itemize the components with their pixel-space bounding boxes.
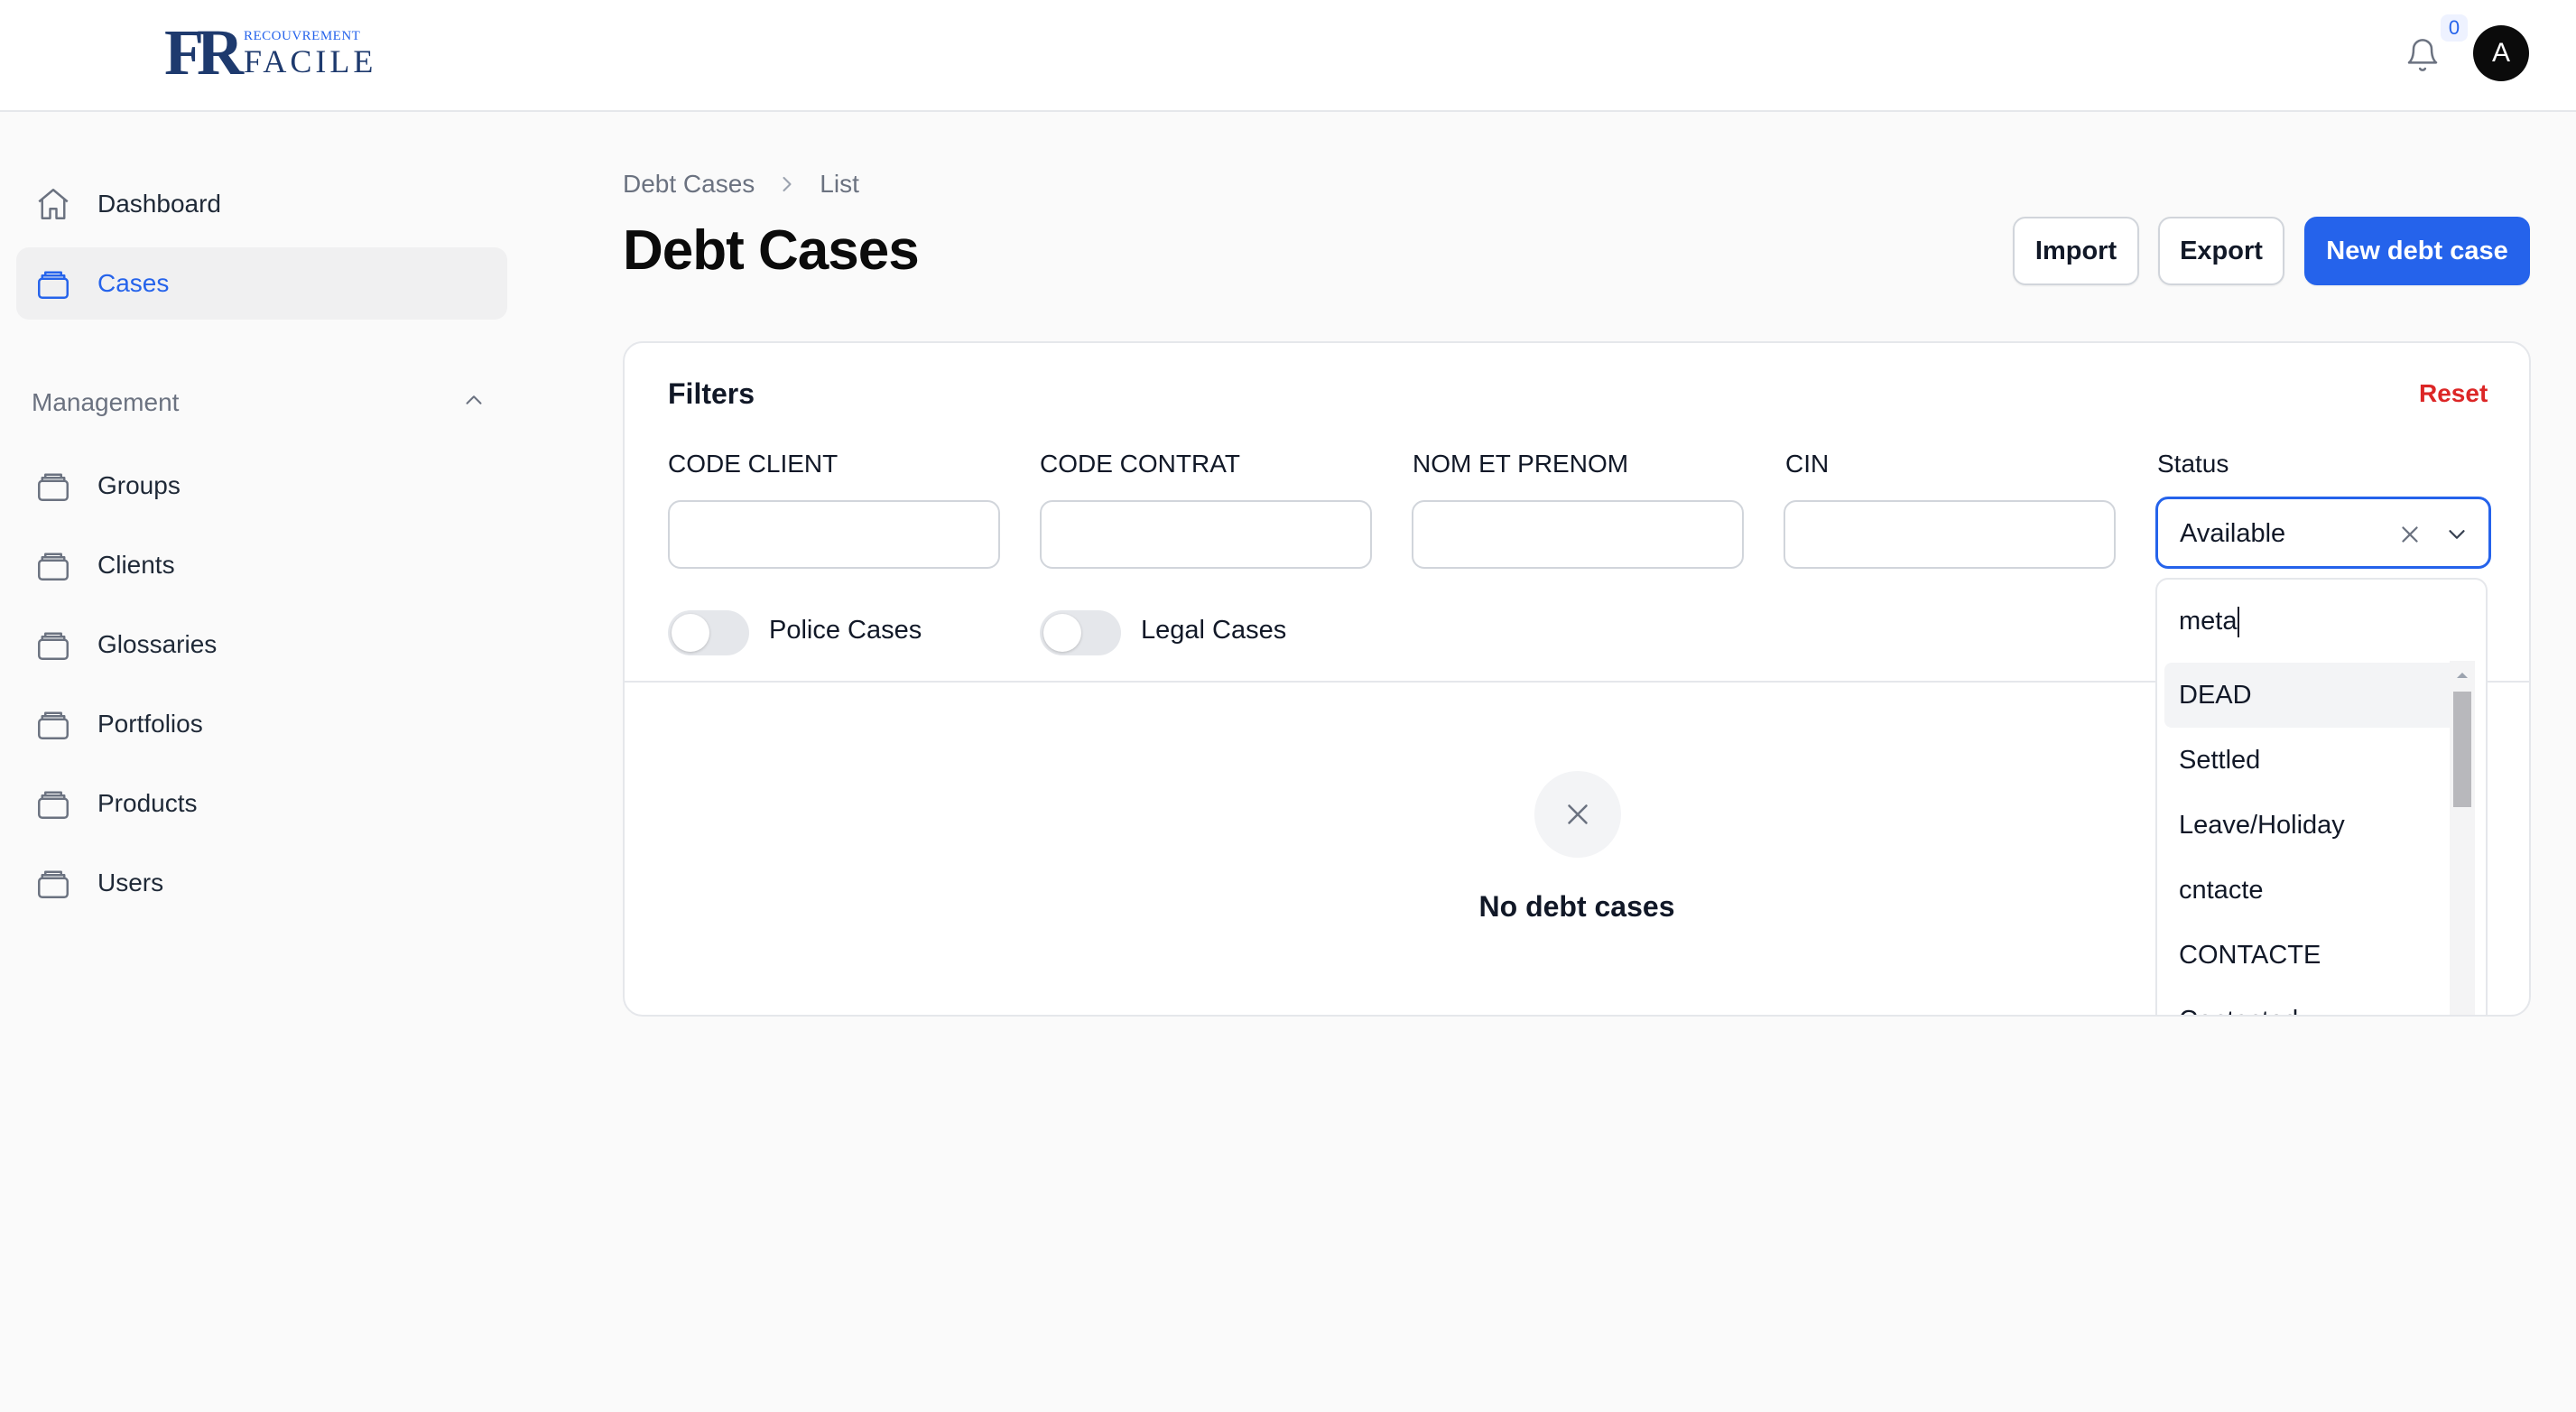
chevron-down-icon[interactable]: [2443, 521, 2470, 548]
legal-cases-toggle[interactable]: [1040, 610, 1121, 655]
nom-et-prenom-input[interactable]: [1412, 500, 1744, 569]
export-button[interactable]: Export: [2158, 217, 2284, 285]
sidebar-item-label: Portfolios: [97, 710, 203, 738]
sidebar-item-glossaries[interactable]: Glossaries: [16, 608, 507, 681]
nom-et-prenom-label: NOM ET PRENOM: [1413, 450, 1629, 478]
folder-icon: [34, 785, 72, 822]
status-option[interactable]: Settled: [2164, 728, 2459, 793]
dropdown-scrollbar-thumb[interactable]: [2453, 692, 2471, 807]
sidebar-item-dashboard[interactable]: Dashboard: [16, 168, 507, 240]
user-avatar[interactable]: A: [2473, 25, 2529, 81]
folder-icon: [34, 705, 72, 743]
sidebar-item-groups[interactable]: Groups: [16, 450, 507, 522]
page-title: Debt Cases: [623, 219, 920, 282]
police-cases-label: Police Cases: [769, 616, 922, 645]
status-search-text: meta: [2179, 607, 2238, 636]
top-bar: FR RECOUVREMENT FACILE 0 A: [0, 0, 2576, 112]
scroll-up-arrow-icon[interactable]: [2453, 668, 2471, 683]
reset-filters-link[interactable]: Reset: [2419, 379, 2488, 408]
logo-big-text: FACILE: [244, 43, 377, 79]
import-button[interactable]: Import: [2013, 217, 2139, 285]
status-option[interactable]: cntacte: [2164, 858, 2459, 923]
home-icon: [34, 185, 72, 223]
code-client-input[interactable]: [668, 500, 1000, 569]
sidebar-item-users[interactable]: Users: [16, 847, 507, 919]
cin-label: CIN: [1785, 450, 1830, 478]
status-selected-value: Available: [2180, 519, 2286, 548]
sidebar-item-portfolios[interactable]: Portfolios: [16, 688, 507, 760]
folder-icon: [34, 626, 72, 664]
filters-title: Filters: [668, 377, 755, 410]
status-option-list: DEAD Settled Leave/Holiday cntacte CONTA…: [2164, 663, 2459, 1015]
status-dropdown: meta DEAD Settled Leave/Holiday cntacte …: [2155, 578, 2488, 1017]
sidebar-group-management[interactable]: Management: [32, 388, 179, 417]
sidebar-item-label: Cases: [97, 269, 170, 297]
status-option[interactable]: Leave/Holiday: [2164, 793, 2459, 858]
status-label: Status: [2157, 450, 2229, 478]
chevron-up-icon[interactable]: [460, 386, 487, 413]
sidebar-item-label: Clients: [97, 551, 175, 579]
text-caret: [2238, 607, 2240, 638]
logo-small-text: RECOUVREMENT: [244, 29, 361, 43]
code-contrat-label: CODE CONTRAT: [1040, 450, 1240, 478]
empty-state-close-icon: [1534, 771, 1621, 858]
close-icon[interactable]: [2396, 521, 2423, 548]
status-option[interactable]: DEAD: [2164, 663, 2459, 728]
code-client-label: CODE CLIENT: [668, 450, 839, 478]
breadcrumb: Debt Cases List: [623, 170, 859, 199]
sidebar-item-cases[interactable]: Cases: [16, 247, 507, 320]
sidebar: Dashboard Cases Management Groups Client…: [0, 112, 524, 1412]
breadcrumb-link-debt-cases[interactable]: Debt Cases: [623, 170, 755, 199]
sidebar-item-label: Users: [97, 869, 164, 896]
brand-logo[interactable]: FR RECOUVREMENT FACILE: [164, 20, 381, 85]
folder-icon: [34, 864, 72, 902]
cin-input[interactable]: [1784, 500, 2116, 569]
police-cases-toggle[interactable]: [668, 610, 749, 655]
sidebar-item-label: Groups: [97, 471, 181, 499]
status-option[interactable]: Contacted: [2164, 988, 2459, 1015]
sidebar-item-label: Glossaries: [97, 630, 218, 658]
status-option[interactable]: CONTACTE: [2164, 923, 2459, 988]
bell-icon[interactable]: [2405, 36, 2441, 74]
status-search-input[interactable]: meta: [2179, 607, 2240, 638]
code-contrat-input[interactable]: [1040, 500, 1372, 569]
folder-icon: [34, 265, 72, 302]
chevron-right-icon: [774, 172, 800, 197]
new-debt-case-button[interactable]: New debt case: [2304, 217, 2530, 285]
logo-mark: FR: [164, 16, 244, 88]
legal-cases-label: Legal Cases: [1141, 616, 1287, 645]
folder-icon: [34, 546, 72, 584]
notification-count-badge: 0: [2441, 14, 2468, 42]
breadcrumb-current: List: [820, 170, 859, 198]
sidebar-item-label: Products: [97, 789, 198, 817]
folder-icon: [34, 467, 72, 505]
sidebar-item-label: Dashboard: [97, 190, 221, 218]
sidebar-item-products[interactable]: Products: [16, 767, 507, 840]
sidebar-item-clients[interactable]: Clients: [16, 529, 507, 601]
status-select[interactable]: Available: [2155, 497, 2491, 569]
